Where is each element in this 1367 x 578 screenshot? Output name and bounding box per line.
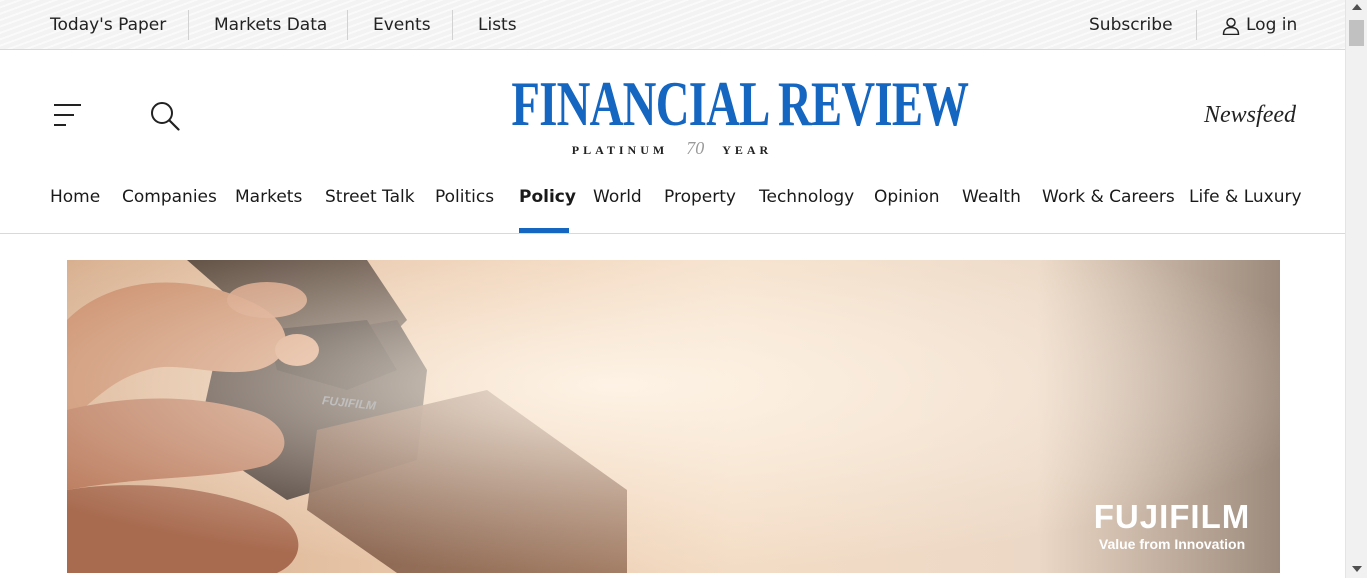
active-tab-indicator <box>519 228 569 233</box>
newsfeed-link[interactable]: Newsfeed <box>1204 102 1296 129</box>
nav-item-home[interactable]: Home <box>50 178 100 234</box>
nav-item-markets[interactable]: Markets <box>235 178 302 234</box>
masthead-subtitle: PLATINUM 70 YEAR <box>452 138 892 159</box>
ad-tagline: Value from Innovation <box>1098 536 1246 552</box>
scroll-up-arrow-icon[interactable] <box>1352 4 1362 10</box>
nav-item-life-luxury[interactable]: Life & Luxury <box>1189 178 1302 234</box>
hamburger-icon[interactable] <box>54 104 82 126</box>
subtitle-number: 70 <box>686 138 705 158</box>
todays-paper-link[interactable]: Today's Paper <box>50 0 166 50</box>
login-link[interactable]: Log in <box>1246 0 1297 50</box>
nav-item-world[interactable]: World <box>593 178 642 234</box>
divider <box>347 10 348 40</box>
subtitle-platinum: PLATINUM <box>571 143 669 157</box>
utility-bar: Today's Paper Markets Data Events Lists … <box>0 0 1345 50</box>
nav-item-politics[interactable]: Politics <box>435 178 494 234</box>
advertisement-banner[interactable]: FUJIFILM FUJIFILM Value from Innovation <box>67 260 1280 573</box>
masthead-title: FINANCIAL REVIEW <box>511 68 969 139</box>
user-icon[interactable] <box>1222 17 1240 35</box>
masthead-logo[interactable]: FINANCIAL REVIEW PLATINUM 70 YEAR <box>452 68 969 160</box>
fujifilm-logo: FUJIFILM <box>1093 498 1251 535</box>
search-icon[interactable] <box>150 101 180 131</box>
nav-item-technology[interactable]: Technology <box>759 178 854 234</box>
nav-item-policy[interactable]: Policy <box>519 178 576 234</box>
subscribe-link[interactable]: Subscribe <box>1089 0 1173 50</box>
divider <box>452 10 453 40</box>
lists-link[interactable]: Lists <box>478 0 517 50</box>
nav-item-street-talk[interactable]: Street Talk <box>325 178 415 234</box>
divider <box>1196 10 1197 40</box>
primary-nav: Home Companies Markets Street Talk Polit… <box>0 178 1345 234</box>
nav-item-wealth[interactable]: Wealth <box>962 178 1021 234</box>
vertical-scrollbar[interactable] <box>1345 0 1367 578</box>
subtitle-year: YEAR <box>722 143 773 157</box>
nav-item-work-careers[interactable]: Work & Careers <box>1042 178 1175 234</box>
divider <box>188 10 189 40</box>
events-link[interactable]: Events <box>373 0 431 50</box>
nav-item-property[interactable]: Property <box>664 178 736 234</box>
nav-item-companies[interactable]: Companies <box>122 178 217 234</box>
scroll-thumb[interactable] <box>1349 20 1364 46</box>
markets-data-link[interactable]: Markets Data <box>214 0 327 50</box>
nav-item-opinion[interactable]: Opinion <box>874 178 940 234</box>
scroll-down-arrow-icon[interactable] <box>1352 566 1362 572</box>
